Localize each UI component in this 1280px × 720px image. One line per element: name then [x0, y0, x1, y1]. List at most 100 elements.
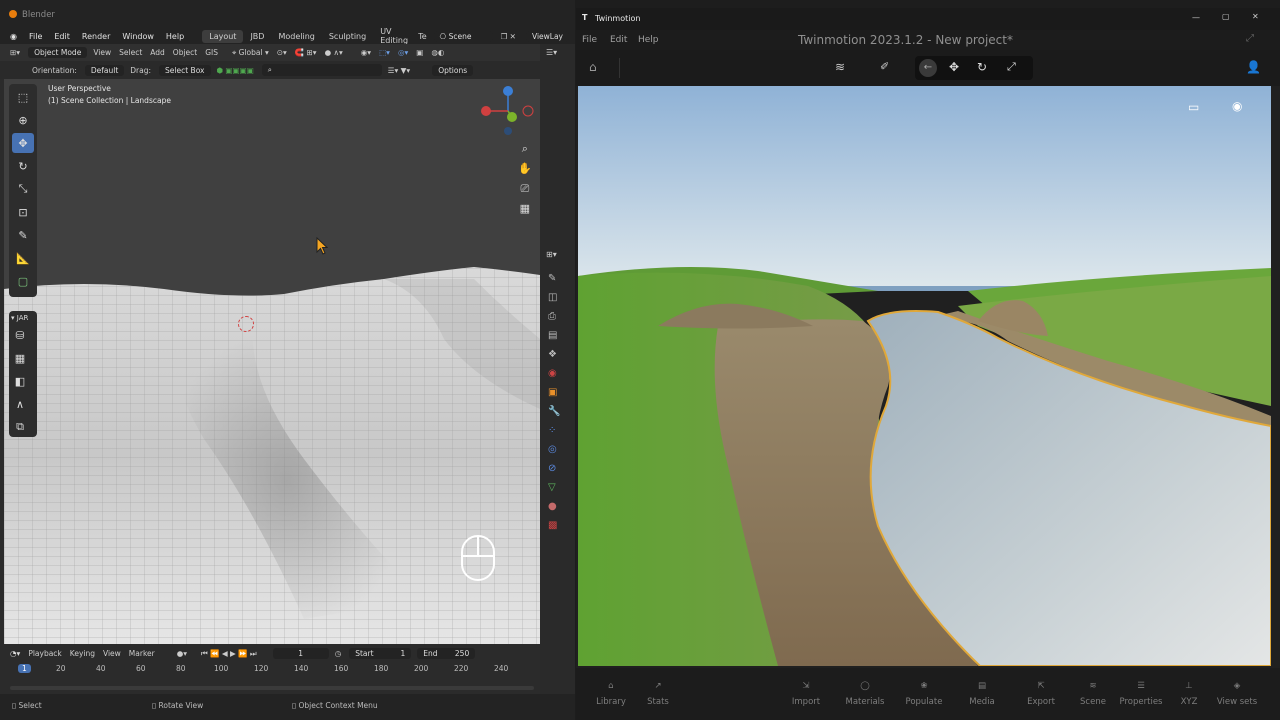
dock-xyz[interactable]: ⊥ XYZ — [1164, 676, 1214, 707]
menu-help[interactable]: Help — [160, 32, 190, 41]
addon-tool-3-icon[interactable]: ◧ — [9, 371, 31, 391]
tm-menu-file[interactable]: File — [582, 35, 597, 45]
camera-icon[interactable]: ⎚ — [518, 179, 532, 199]
home-icon[interactable]: ⌂ — [589, 60, 597, 74]
menu-window[interactable]: Window — [116, 32, 160, 41]
dock-materials[interactable]: ◯ Materials — [840, 676, 890, 707]
tab-uv-editing[interactable]: UV Editing — [373, 27, 415, 45]
tab-modeling[interactable]: Modeling — [271, 32, 321, 41]
pan-hand-icon[interactable]: ✋ — [518, 159, 532, 179]
auto-key-icon[interactable]: ●▾ — [177, 649, 187, 658]
add-cube-tool-icon[interactable]: ▢ — [12, 271, 34, 291]
view-menu[interactable]: View — [93, 48, 111, 57]
dock-library[interactable]: ⌂ Library — [586, 676, 636, 707]
addon-tool-2-icon[interactable]: ▦ — [9, 348, 31, 368]
tab-texture[interactable]: Te — [415, 32, 429, 41]
visibility-icon[interactable]: ◉▾ — [361, 48, 371, 57]
gis-menu[interactable]: GIS — [205, 48, 218, 57]
scene-selector[interactable]: ⎔ Scene — [433, 30, 493, 42]
dock-export[interactable]: ⇱ Export — [1016, 676, 1066, 707]
tab-layout[interactable]: Layout — [202, 29, 244, 43]
dock-view-sets[interactable]: ◈ View sets — [1212, 676, 1262, 707]
proportional-edit-icon[interactable]: ● ∧▾ — [325, 48, 343, 57]
marker-menu[interactable]: Marker — [129, 649, 155, 658]
tab-sculpting[interactable]: Sculpting — [322, 32, 373, 41]
particles-tab-icon[interactable]: ⁘ — [548, 421, 567, 440]
xray-icon[interactable]: ▣ — [416, 48, 423, 57]
cursor-tool-icon[interactable]: ⊕ — [12, 110, 34, 130]
rotate-tool-icon[interactable]: ↻ — [12, 156, 34, 176]
back-arrow-icon[interactable]: ← — [919, 59, 937, 77]
transform-orientation-dropdown[interactable]: ⌖ Global ▾ — [232, 48, 269, 58]
expand-icon[interactable]: ⤢ — [1246, 33, 1254, 44]
outliner-type-icon[interactable]: ☰▾ — [540, 44, 575, 61]
eye-icon[interactable]: ◉ — [1232, 99, 1242, 113]
navigation-gizmo-icon[interactable] — [478, 83, 538, 139]
shading-icon[interactable]: ◍◐ — [431, 48, 444, 57]
pivot-icon[interactable]: ⊙▾ — [277, 48, 287, 57]
picker-icon[interactable]: ✐ — [880, 60, 889, 73]
dock-media[interactable]: ▤ Media — [957, 676, 1007, 707]
new-scene-icon[interactable]: ❐ ✕ — [501, 32, 516, 41]
3d-cursor-icon[interactable] — [238, 316, 254, 332]
blender-logo-menu-icon[interactable]: ◉ — [0, 32, 23, 41]
twinmotion-viewport[interactable]: ▭ ◉ — [578, 86, 1271, 666]
scene-tab-icon[interactable]: ❖ — [548, 345, 567, 364]
tm-menu-edit[interactable]: Edit — [610, 35, 627, 45]
maximize-icon[interactable]: ▢ — [1222, 12, 1230, 21]
object-menu[interactable]: Object — [173, 48, 197, 57]
scale-icon[interactable]: ⤢ — [1007, 60, 1016, 74]
properties-type-icon[interactable]: ⊞▾ — [540, 246, 575, 263]
3d-viewport[interactable]: User Perspective (1) Scene Collection | … — [4, 79, 540, 644]
scale-tool-icon[interactable]: ⤡ — [12, 179, 34, 199]
current-frame-field[interactable]: 1 — [272, 648, 329, 659]
texture-tab-icon[interactable]: ▩ — [548, 516, 567, 535]
timeline-editor-icon[interactable]: ◔▾ — [10, 649, 20, 658]
object-mode-dropdown[interactable]: Object Mode — [28, 47, 88, 58]
viewport-search-input[interactable]: ⌕ — [261, 64, 382, 76]
physics-tab-icon[interactable]: ◎ — [548, 440, 567, 459]
overlay-icon[interactable]: ◎▾ — [398, 48, 408, 57]
panel-toggle-icon[interactable]: ▭ — [1188, 100, 1199, 114]
select-menu[interactable]: Select — [119, 48, 142, 57]
tool-tab-icon[interactable]: ✎ — [548, 269, 567, 288]
add-menu[interactable]: Add — [150, 48, 165, 57]
end-frame-field[interactable]: End 250 — [417, 648, 476, 659]
options-dropdown[interactable]: Options — [432, 64, 474, 76]
data-tab-icon[interactable]: ▽ — [548, 478, 567, 497]
filter-icon[interactable]: ☰▾ ▼▾ — [388, 66, 410, 75]
playback-controls-icon[interactable]: ⏮ ⏪ ◀ ▶ ⏩ ⏭ — [201, 649, 257, 659]
rotate-icon[interactable]: ↻ — [977, 60, 987, 74]
select-mode-icons[interactable]: ⬢ ▣▣▣▣ — [217, 66, 254, 75]
annotate-tool-icon[interactable]: ✎ — [12, 225, 34, 245]
dock-populate[interactable]: ❀ Populate — [899, 676, 949, 707]
editor-type-icon[interactable]: ⊞▾ — [10, 48, 20, 57]
layers-icon[interactable]: ≋ — [835, 60, 845, 74]
modifier-tab-icon[interactable]: 🔧 — [548, 402, 567, 421]
start-frame-field[interactable]: Start 1 — [349, 648, 412, 659]
output-tab-icon[interactable]: ⎙ — [548, 307, 567, 326]
view-layer-selector[interactable]: ViewLay — [525, 30, 569, 42]
world-tab-icon[interactable]: ◉ — [548, 364, 567, 383]
dock-stats[interactable]: ↗ Stats — [633, 676, 683, 707]
user-icon[interactable]: 👤 — [1246, 60, 1261, 74]
timeline-view-menu[interactable]: View — [103, 649, 121, 658]
measure-tool-icon[interactable]: 📐 — [12, 248, 34, 268]
menu-render[interactable]: Render — [76, 32, 116, 41]
addon-tool-1-icon[interactable]: ⛁ — [9, 325, 31, 345]
addon-tool-5-icon[interactable]: ⧉ — [9, 417, 31, 437]
snap-icon[interactable]: 🧲 ⊞▾ — [295, 48, 317, 57]
dock-properties[interactable]: ☰ Properties — [1116, 676, 1166, 707]
constraints-tab-icon[interactable]: ⊘ — [548, 459, 567, 478]
orientation-dropdown[interactable]: Default — [84, 64, 125, 76]
select-tool-icon[interactable]: ⬚ — [12, 87, 34, 107]
drag-dropdown[interactable]: Select Box — [159, 64, 211, 76]
render-tab-icon[interactable]: ◫ — [548, 288, 567, 307]
grid-view-icon[interactable]: ▦ — [518, 199, 532, 219]
menu-edit[interactable]: Edit — [48, 32, 76, 41]
material-tab-icon[interactable]: ● — [548, 497, 567, 516]
dock-scene[interactable]: ≋ Scene — [1068, 676, 1118, 707]
clock-icon[interactable]: ◷ — [335, 649, 342, 658]
dock-import[interactable]: ⇲ Import — [781, 676, 831, 707]
zoom-icon[interactable]: ⌕ — [518, 139, 532, 159]
